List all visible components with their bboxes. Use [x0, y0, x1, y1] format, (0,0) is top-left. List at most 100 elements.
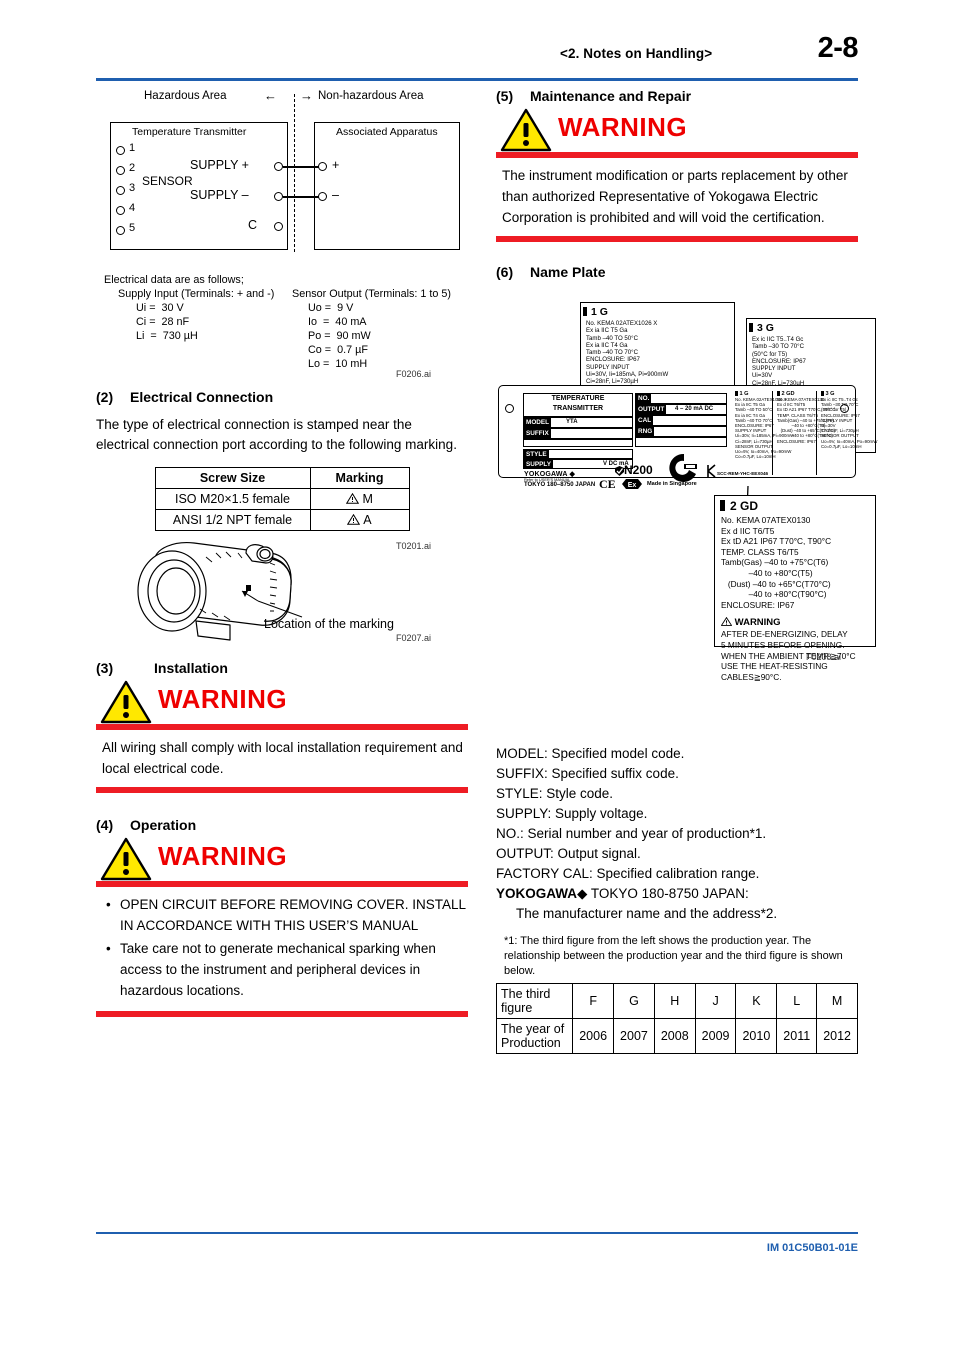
- col-header-marking: Marking: [309, 467, 410, 489]
- warning-block-operation: WARNING OPEN CIRCUIT BEFORE REMOVING COV…: [96, 837, 468, 1017]
- row-label-year-production: The year of Production: [495, 1018, 574, 1054]
- label-supply: SUPPLY: [524, 459, 553, 469]
- figure-ref-f0207: F0207.ai: [396, 633, 432, 643]
- section-6-heading: (6) Name Plate: [496, 264, 858, 280]
- supply-plus-terminal: [274, 162, 283, 171]
- apparatus-plus-label: +: [332, 158, 340, 172]
- microplate-3g-lines: Ex ic IIC T5..T4 Gc Tamb –30 TO 70°C (50…: [821, 397, 878, 449]
- warning-list-operation: OPEN CIRCUIT BEFORE REMOVING COVER. INST…: [96, 887, 468, 1011]
- hazardous-area-diagram: Hazardous Area ← → Non-hazardous Area Te…: [96, 88, 468, 273]
- marking-location-callout: Location of the marking: [264, 617, 394, 631]
- warning-triangle-icon: [720, 617, 733, 627]
- terminal-dot-3: [116, 186, 125, 195]
- warning-block-installation: WARNING All wiring shall comply with loc…: [96, 680, 468, 793]
- warning-item: OPEN CIRCUIT BEFORE REMOVING COVER. INST…: [106, 894, 468, 936]
- figure-ref-f0206: F0206.ai: [396, 369, 432, 379]
- legend-line: STYLE: Style code.: [496, 786, 614, 801]
- cell-year: 2008: [653, 1018, 696, 1054]
- microplate-3g: 3 G Ex ic IIC T5..T4 Gc Tamb –30 TO 70°C…: [821, 391, 877, 475]
- transmitter-box: [110, 122, 288, 250]
- plate-3g-title: 3 G: [749, 322, 875, 334]
- right-column: (5) Maintenance and Repair WARNING The in…: [495, 88, 877, 1054]
- label-style: STYLE: [524, 449, 549, 459]
- legend-brand-name: YOKOGAWA: [496, 886, 578, 901]
- section-6-title: Name Plate: [530, 264, 606, 280]
- n200-text: N200: [624, 463, 653, 477]
- section-5-title: Maintenance and Repair: [530, 88, 692, 104]
- label-model: MODEL: [524, 418, 552, 427]
- main-nameplate: TEMPERATURE TRANSMITTER MODEL YTA SUFFIX…: [498, 385, 877, 491]
- section-3-title: Installation: [154, 660, 228, 676]
- col-header-screw-size: Screw Size: [154, 467, 311, 489]
- plate-2gd-warning-head: WARNING: [720, 617, 875, 629]
- plate-2gd-title-text: 2 GD: [730, 499, 759, 513]
- svg-text:Ex: Ex: [628, 482, 637, 489]
- plate-1g-title: 1 G: [583, 306, 734, 318]
- warning-text-installation: All wiring shall comply with local insta…: [102, 740, 463, 776]
- arrow-right-icon: →: [300, 88, 313, 103]
- plate-2gd-warning-word: WARNING: [734, 617, 781, 629]
- legend-brand-sub: The manufacturer name and the address*2.: [516, 906, 778, 921]
- apparatus-box: [314, 122, 460, 250]
- plate-1g-title-text: 1 G: [591, 306, 608, 318]
- cell-figure: G: [613, 983, 655, 1019]
- terminal-dot-2: [116, 166, 125, 175]
- terminal-label-3: 3: [129, 182, 136, 194]
- section-5-heading: (5) Maintenance and Repair: [496, 88, 858, 104]
- table-row: The third figure F G H J K L M: [495, 983, 858, 1019]
- table-row: ISO M20×1.5 female M: [154, 488, 410, 510]
- section-2-number: (2): [96, 389, 114, 405]
- footer-rule: [96, 1232, 858, 1234]
- label-hazardous-area: Hazardous Area: [144, 90, 227, 102]
- section-2-heading: (2) Electrical Connection: [96, 389, 468, 405]
- warning-word: WARNING: [558, 112, 688, 142]
- transmitter-illustration: Location of the marking F0207.ai: [96, 539, 468, 654]
- cell-figure: H: [653, 983, 696, 1019]
- supply-minus-terminal: [274, 192, 283, 201]
- cell-figure: F: [572, 983, 615, 1019]
- supply-minus-label: SUPPLY –: [190, 188, 249, 202]
- document-code: IM 01C50B01-01E: [766, 1242, 858, 1254]
- section-4-number: (4): [96, 817, 114, 833]
- plate-2gd-box: 2 GD No. KEMA 07ATEX0130 Ex d IIC T6/T5 …: [714, 495, 876, 682]
- cell-figure: K: [735, 983, 778, 1019]
- wire-plus: [283, 166, 319, 169]
- table-header-row: Screw Size Marking: [154, 467, 410, 489]
- plate-2gd-title: 2 GD: [720, 499, 875, 513]
- certification-circle-icon: [669, 453, 697, 482]
- arrow-left-icon: ←: [264, 88, 277, 103]
- warning-triangle-icon: [500, 108, 552, 152]
- sensor-output-values: Uo = 9 V Io = 40 mA Po = 90 mW Co = 0.7 …: [308, 302, 371, 370]
- header-rule: [96, 78, 858, 81]
- cell-year: 2010: [735, 1018, 778, 1054]
- sensor-output-title: Sensor Output (Terminals: 1 to 5): [292, 288, 452, 300]
- warning-header: WARNING: [496, 108, 858, 152]
- production-year-table: The third figure F G H J K L M The year …: [495, 983, 858, 1054]
- cell-marking-a: A: [309, 509, 410, 531]
- screw-size-table: Screw Size Marking ISO M20×1.5 female M …: [154, 467, 410, 531]
- apparatus-box-title: Associated Apparatus: [336, 126, 438, 138]
- tick-shield-icon: [615, 466, 624, 476]
- blank-field: [523, 439, 633, 447]
- ex-mark-icon: Ex: [622, 479, 642, 489]
- plate-bullet-icon: [583, 307, 587, 316]
- section-4-title: Operation: [130, 817, 197, 833]
- cell-figure: M: [816, 983, 858, 1019]
- section-4-heading: (4) Operation: [96, 817, 468, 833]
- warning-header: WARNING: [96, 837, 468, 881]
- cell-year: 2011: [776, 1018, 818, 1054]
- microplate-2gd: 2 GD No. KEMA 07ATEX0130 Ex d IIC T6/T5 …: [777, 391, 835, 475]
- wire-minus: [283, 196, 319, 199]
- microplate-1g: 1 G No. KEMA 02ATEX1026 X Ex ia IIC T5 G…: [735, 391, 794, 475]
- value-model: YTA: [566, 419, 578, 425]
- warning-word: WARNING: [158, 841, 288, 871]
- terminal-dot-4: [116, 206, 125, 215]
- row-label-third-figure: The third figure: [495, 983, 574, 1019]
- electrical-data-intro: Electrical data are as follows;: [104, 274, 244, 286]
- plate-bullet-icon: [749, 323, 753, 332]
- terminal-c-dot: [274, 222, 283, 231]
- legend-line: SUFFIX: Specified suffix code.: [496, 766, 679, 781]
- electrical-data-block: Electrical data are as follows; Supply I…: [96, 273, 468, 383]
- supply-input-values: Ui = 30 V Ci = 28 nF Li = 730 µH: [136, 302, 198, 342]
- apparatus-plus-terminal: [318, 162, 327, 171]
